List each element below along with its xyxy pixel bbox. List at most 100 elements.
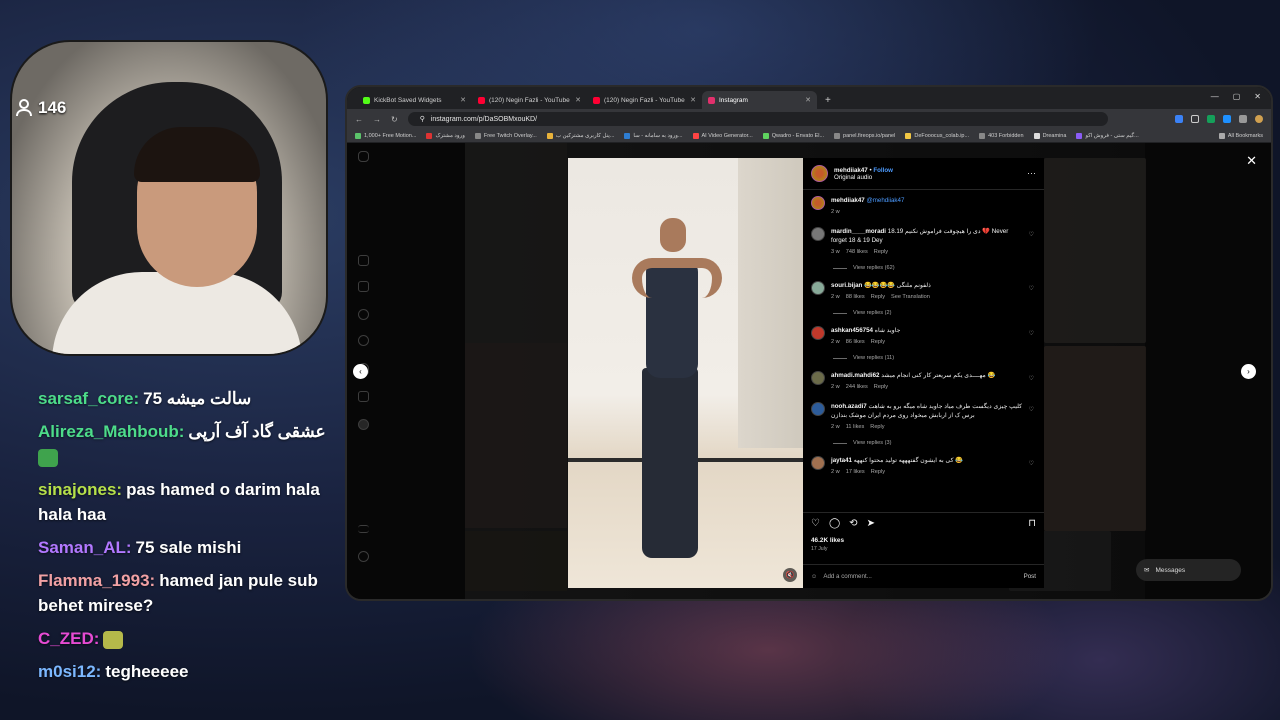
bookmark[interactable]: ورود به سامانه - سا... [624,132,683,139]
avatar[interactable] [811,326,825,340]
caption-mention[interactable]: @mehdiiak47 [866,197,904,204]
repost-icon[interactable]: ⟲ [849,518,857,529]
comment-likes[interactable]: 244 likes [846,383,868,392]
caption-user[interactable]: mehdiiak47 [831,197,865,204]
comment-icon[interactable]: ◯ [829,518,840,529]
more-options-icon[interactable]: ⋯ [1027,168,1036,179]
avatar[interactable] [811,196,825,210]
share-icon[interactable]: ➤ [867,518,875,529]
comment-likes[interactable]: 88 likes [846,293,865,302]
bookmark-label: 1,000+ Free Motion... [364,132,417,139]
close-icon[interactable]: ✕ [575,96,581,104]
chevron-right-icon[interactable]: › [1241,364,1256,379]
extension-icon[interactable] [1207,115,1215,123]
tab-youtube-2[interactable]: (120) Negin Fazli - YouTube ✕ [587,91,702,109]
mute-icon[interactable]: 🔇 [783,568,797,582]
heart-icon[interactable]: ♡ [1029,285,1034,292]
author-name[interactable]: mehdiiak47 [834,167,868,174]
heart-icon[interactable]: ♡ [1029,231,1034,238]
comment-likes[interactable]: 86 likes [846,338,865,347]
chat-log: sarsaf_core: 75 سالت میشه Alireza_Mahboub… [38,386,338,692]
bookmark[interactable]: ورود مشترک [426,132,465,139]
bookmark[interactable]: گیم ستی - فروش اکو... [1076,132,1139,139]
tab-kickbot[interactable]: KickBot Saved Widgets ✕ [357,91,472,109]
bookmark[interactable]: Qwadro - Envato El... [762,132,824,139]
bookmark[interactable]: پنل کاربری مشترکین ب... [546,132,614,139]
comment-input[interactable]: Add a comment... [823,573,872,580]
audio-label[interactable]: Original audio [834,174,893,181]
avatar[interactable] [811,402,825,416]
comment-user[interactable]: mardin____moradi [831,228,886,235]
puzzle-icon[interactable] [1239,115,1247,123]
heart-icon[interactable]: ♡ [1029,460,1034,467]
reply-button[interactable]: Reply [871,338,885,347]
reply-button[interactable]: Reply [874,248,888,257]
comment-user[interactable]: jayta41 [831,457,852,464]
profile-icon[interactable] [1255,115,1263,123]
bookmark[interactable]: panel.fireops.io/panel [834,132,895,139]
like-icon[interactable]: ♡ [811,518,820,529]
reply-button[interactable]: Reply [874,383,888,392]
reply-button[interactable]: Reply [871,468,885,477]
reply-button[interactable]: Reply [871,293,885,302]
view-replies[interactable]: View replies (62) [833,265,1036,271]
avatar[interactable] [811,371,825,385]
see-translation-button[interactable]: See Translation [891,293,930,302]
follow-button[interactable]: Follow [873,167,893,174]
bookmark[interactable]: DeFooocus_colab.ip... [905,132,969,139]
comment-meta: 2 w 244 likes Reply [831,383,1024,392]
bookmark[interactable]: 403 Forbidden [979,132,1024,139]
close-icon[interactable]: ✕ [690,96,696,104]
bookmark-icon[interactable]: ⊓ [1028,518,1036,529]
tab-youtube-1[interactable]: (120) Negin Fazli - YouTube ✕ [472,91,587,109]
heart-icon[interactable]: ♡ [1029,330,1034,337]
emoji-icon[interactable]: ☺ [811,573,817,580]
reply-button[interactable]: Reply [870,423,884,432]
post-button[interactable]: Post [1024,573,1036,580]
chevron-left-icon[interactable]: ‹ [353,364,368,379]
likes-count[interactable]: 46.2K likes [811,537,1036,544]
comment-user[interactable]: ashkan456754 [831,327,873,334]
minimize-icon[interactable]: — [1211,92,1219,101]
new-tab-button[interactable]: + [817,95,839,109]
bookmark[interactable]: Dreamina [1033,132,1066,139]
avatar[interactable] [811,281,825,295]
view-replies[interactable]: View replies (11) [833,355,1036,361]
bookmark[interactable]: Free Twitch Overlay... [474,132,537,139]
comment-likes[interactable]: 11 likes [846,423,865,432]
comment-user[interactable]: nooh.azadi7 [831,403,867,410]
heart-icon[interactable]: ♡ [1029,406,1034,413]
star-icon[interactable] [1191,115,1199,123]
url-field[interactable]: ⚲ instagram.com/p/DaSOBMxouKD/ [407,112,1108,126]
all-bookmarks[interactable]: All Bookmarks [1218,132,1263,139]
close-window-icon[interactable]: ✕ [1254,92,1261,101]
tab-instagram[interactable]: Instagram ✕ [702,91,817,109]
close-icon[interactable]: ✕ [1246,153,1257,169]
maximize-icon[interactable]: ▢ [1233,92,1241,101]
close-icon[interactable]: ✕ [805,96,811,104]
forward-icon[interactable]: → [373,115,381,124]
avatar[interactable] [811,227,825,241]
viewer-count-value: 146 [38,98,67,117]
view-replies[interactable]: View replies (3) [833,440,1036,446]
comment-likes[interactable]: 17 likes [846,468,865,477]
reload-icon[interactable]: ↻ [391,115,398,124]
post-video[interactable]: 🔇 [568,158,803,588]
extension-icon[interactable] [1223,115,1231,123]
site-info-icon[interactable]: ⚲ [420,115,425,123]
heart-icon[interactable]: ♡ [1029,375,1034,382]
messages-button[interactable]: ✉ Messages [1136,559,1241,581]
view-replies[interactable]: View replies (2) [833,310,1036,316]
comment-likes[interactable]: 748 likes [846,248,868,257]
comment-user[interactable]: souri.bijan [831,282,862,289]
comment: nooh.azadi7 کلیپ چیزی دیگست طرف میاد جاو… [811,402,1036,432]
extension-icon[interactable] [1175,115,1183,123]
close-icon[interactable]: ✕ [460,96,466,104]
avatar[interactable] [811,456,825,470]
back-icon[interactable]: ← [355,115,363,124]
chat-text: 75 سالت میشه [143,389,252,408]
avatar[interactable] [811,165,828,182]
bookmark[interactable]: 1,000+ Free Motion... [355,132,417,139]
bookmark[interactable]: AI Video Generator... [692,132,753,139]
comment-user[interactable]: ahmadi.mahdi62 [831,372,880,379]
